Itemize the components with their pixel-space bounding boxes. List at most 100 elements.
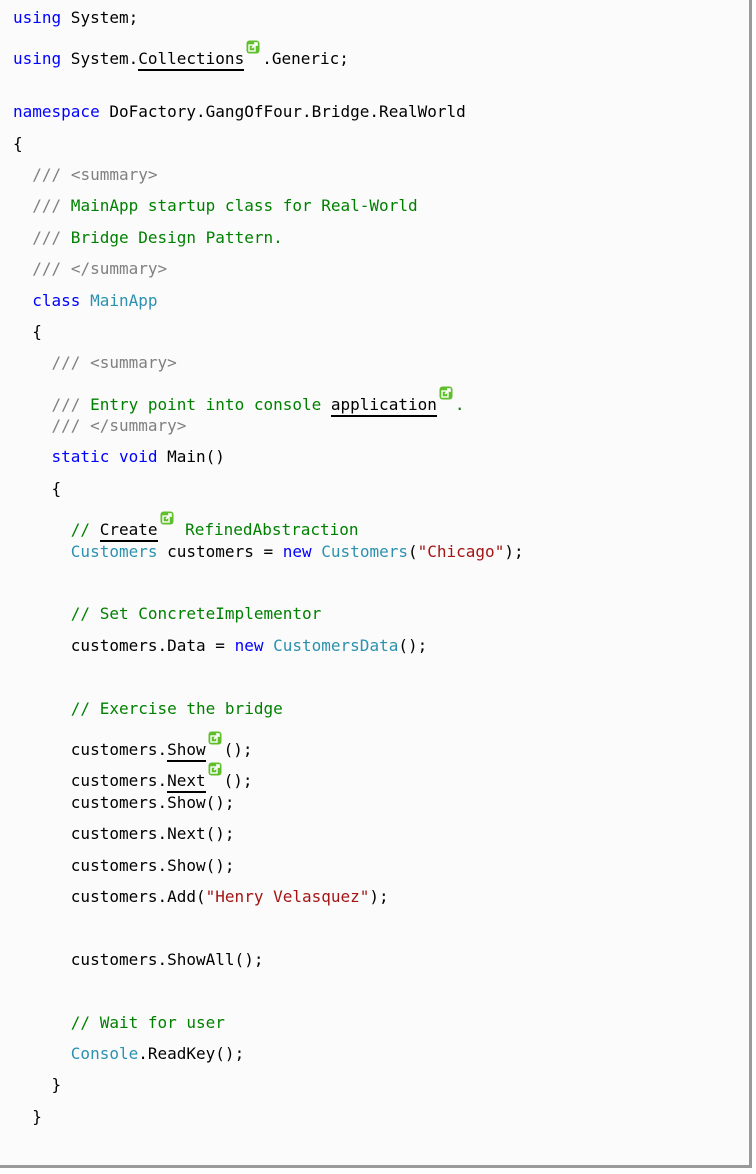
- code-line: customers.Data = new CustomersData();: [13, 630, 524, 661]
- code-token: namespace: [13, 102, 100, 122]
- code-token: ///: [32, 227, 62, 247]
- code-token: class: [32, 290, 81, 310]
- code-line: customers.Show();: [13, 724, 524, 762]
- code-token: <summary>: [70, 164, 158, 184]
- code-token: ///: [32, 259, 62, 279]
- code-line: /// <summary>: [13, 159, 524, 190]
- code-line: using System;: [13, 2, 524, 33]
- code-line: customers.Add("Henry Velasquez");: [13, 881, 524, 912]
- keyword-link[interactable]: application: [330, 394, 437, 417]
- code-line: Customers customers = new Customers("Chi…: [13, 536, 524, 567]
- code-token: <summary>: [90, 353, 177, 373]
- code-line: {: [13, 473, 524, 504]
- code-panel: using System; using System.Collections .Ge…: [0, 0, 752, 1168]
- code-line: Console.ReadKey();: [13, 1038, 524, 1069]
- code-line: customers.Next();: [13, 818, 524, 849]
- code-token: Console: [70, 1043, 139, 1063]
- code-line: /// <summary>: [13, 347, 524, 378]
- code-line: // Set ConcreteImplementor: [13, 598, 524, 629]
- code-line: customers.Next();: [13, 755, 524, 794]
- code-token: customers.Show();: [13, 792, 235, 812]
- external-link-icon[interactable]: [160, 504, 174, 525]
- keyword-link[interactable]: Collections: [138, 49, 245, 72]
- code-token: Customers: [70, 541, 158, 561]
- code-token: customers.ShowAll();: [13, 949, 264, 969]
- code-block: using System; using System.Collections .Ge…: [13, 2, 524, 1132]
- external-link-icon[interactable]: [208, 724, 222, 745]
- code-token: // Set ConcreteImplementor: [70, 604, 322, 624]
- code-token: // Exercise the bridge: [70, 698, 283, 718]
- code-line: }: [13, 1101, 524, 1132]
- external-link-icon[interactable]: [246, 33, 260, 54]
- code-line: static void Main(): [13, 441, 524, 472]
- code-token: ///: [32, 196, 62, 216]
- code-token: {: [13, 321, 42, 341]
- code-line: {: [13, 316, 524, 347]
- code-token: // Wait for user: [70, 1012, 225, 1032]
- code-line: class MainApp: [13, 285, 524, 316]
- code-token: ///: [32, 164, 62, 184]
- code-line: /// </summary>: [13, 253, 524, 284]
- code-token: .Generic;: [262, 49, 349, 69]
- code-token: ///: [51, 416, 81, 436]
- code-line: /// </summary>: [13, 410, 524, 441]
- code-line: // Wait for user: [13, 1007, 524, 1038]
- code-token: System.: [61, 49, 139, 69]
- code-token: Customers: [321, 541, 408, 561]
- code-token: customers.Data =: [13, 635, 235, 655]
- code-line: // Exercise the bridge: [13, 693, 524, 724]
- code-line: customers.Show();: [13, 850, 524, 881]
- code-token: "Henry Velasquez": [205, 886, 370, 906]
- code-token: Main(): [157, 447, 225, 467]
- code-token: }: [13, 1106, 42, 1126]
- code-token: void: [118, 447, 158, 467]
- code-line: /// Entry point into console application…: [13, 379, 524, 417]
- code-token: new: [282, 541, 312, 561]
- code-token: Bridge Design Pattern.: [61, 227, 283, 247]
- code-token: System;: [61, 8, 139, 27]
- code-token: .: [454, 394, 465, 414]
- code-token: (: [407, 541, 418, 561]
- code-token: }: [13, 1075, 62, 1095]
- code-token: );: [369, 886, 389, 906]
- code-line: }: [13, 1069, 524, 1100]
- external-link-icon[interactable]: [439, 379, 453, 400]
- external-link-icon[interactable]: [208, 755, 222, 776]
- code-line: namespace DoFactory.GangOfFour.Bridge.Re…: [13, 96, 524, 127]
- code-token: </summary>: [70, 259, 168, 279]
- code-line: {: [13, 128, 524, 159]
- code-token: </summary>: [90, 416, 187, 436]
- code-token: {: [13, 478, 62, 498]
- code-token: MainApp: [90, 290, 158, 310]
- code-line: /// MainApp startup class for Real-World: [13, 190, 524, 221]
- code-token: static: [51, 447, 110, 467]
- code-token: MainApp startup class for Real-World: [61, 196, 418, 216]
- code-line: /// Bridge Design Pattern.: [13, 222, 524, 253]
- code-token: CustomersData: [273, 635, 399, 655]
- code-token: DoFactory.GangOfFour.Bridge.RealWorld: [99, 102, 466, 122]
- code-token: ///: [51, 353, 81, 373]
- code-token: using: [13, 8, 62, 27]
- code-token: customers.Next();: [13, 824, 235, 844]
